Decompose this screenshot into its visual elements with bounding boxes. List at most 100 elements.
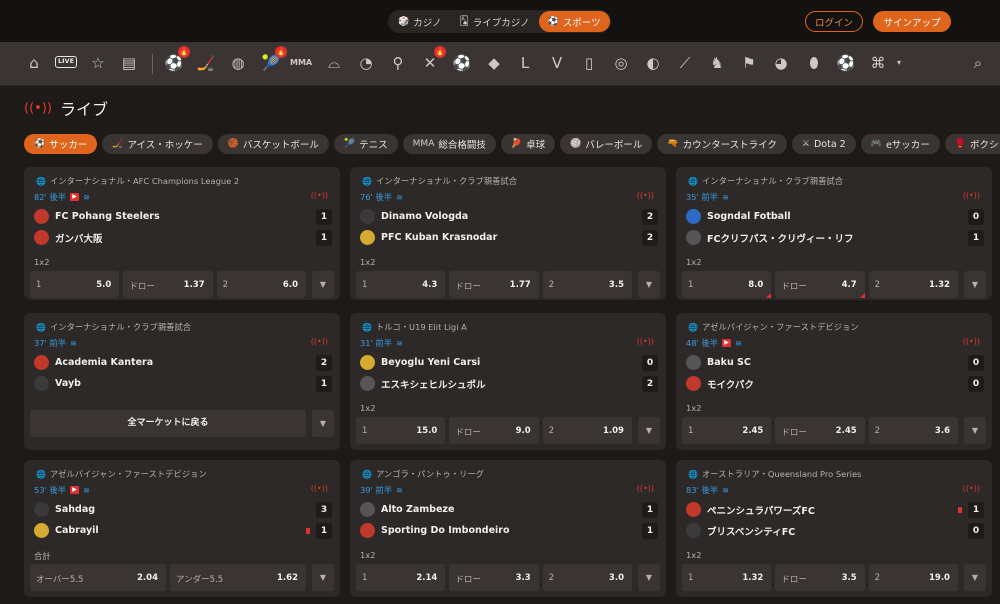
odds-button[interactable]: ドロー 3.5 bbox=[775, 564, 865, 591]
chevron-down-icon[interactable]: ▼ bbox=[312, 271, 334, 298]
chevron-down-icon[interactable]: ▼ bbox=[312, 410, 334, 437]
table-tennis-icon[interactable]: ⌓ bbox=[323, 52, 345, 74]
odds-button[interactable]: ドロー 1.37 bbox=[123, 271, 213, 298]
back-to-markets-button[interactable]: 全マーケットに戻る bbox=[30, 410, 306, 437]
odds-button[interactable]: 1 2.45 bbox=[682, 417, 772, 444]
boxing-icon[interactable]: ◆ bbox=[483, 52, 505, 74]
handball-icon[interactable]: ◕ bbox=[770, 52, 792, 74]
hockey-icon[interactable]: 🏒 bbox=[195, 52, 217, 74]
virtual-icon[interactable]: ⚽ bbox=[835, 52, 857, 74]
chip-10[interactable]: 🎮 eサッカー bbox=[860, 134, 940, 154]
chip-1[interactable]: ⚽ サッカー bbox=[24, 134, 98, 154]
chess-icon[interactable]: ♞ bbox=[706, 52, 728, 74]
odds-button[interactable]: 1 5.0 bbox=[30, 271, 120, 298]
away-team[interactable]: Vayb bbox=[34, 376, 81, 391]
away-team[interactable]: モイクパク bbox=[686, 376, 754, 391]
live-icon[interactable]: LIVE bbox=[55, 56, 77, 68]
chip-6[interactable]: 🏓 卓球 bbox=[500, 134, 556, 154]
chevron-down-icon[interactable]: ▼ bbox=[964, 271, 986, 298]
odds-button[interactable]: 1 2.14 bbox=[356, 564, 446, 591]
chip-9[interactable]: ⚔ Dota 2 bbox=[791, 134, 856, 154]
odds-label: 1 bbox=[688, 426, 694, 436]
chip-3[interactable]: 🏀 バスケットボール bbox=[217, 134, 329, 154]
odds-button[interactable]: オーバー5.5 2.04 bbox=[30, 564, 166, 591]
home-team[interactable]: Academia Kantera bbox=[34, 355, 153, 370]
odds-button[interactable]: 2 3.0 bbox=[542, 564, 632, 591]
baseball-bat-icon[interactable]: ⟋ bbox=[674, 52, 696, 74]
odds-button[interactable]: 2 6.0 bbox=[216, 271, 306, 298]
chevron-down-icon[interactable]: ▼ bbox=[638, 271, 660, 298]
chevron-down-icon[interactable]: ▼ bbox=[964, 564, 986, 591]
odds-button[interactable]: ドロー 2.45 bbox=[775, 417, 865, 444]
odds-button[interactable]: 1 1.32 bbox=[682, 564, 772, 591]
away-team[interactable]: ブリスベンシティFC bbox=[686, 523, 795, 538]
efootball-icon[interactable]: ◎ bbox=[610, 52, 632, 74]
counter-strike-icon[interactable]: ⚲ bbox=[387, 52, 409, 74]
home-team[interactable]: ペニンシュラパワーズFC bbox=[686, 502, 815, 517]
home-team[interactable]: Beyoglu Yeni Carsi bbox=[360, 355, 480, 370]
betslip-icon[interactable]: ▤ bbox=[118, 52, 140, 74]
badminton-icon[interactable]: ◐ bbox=[642, 52, 664, 74]
valorant-icon[interactable]: V bbox=[546, 52, 568, 74]
odds-button[interactable]: 1 8.0 bbox=[682, 271, 772, 298]
rugby-icon[interactable]: ⬮ bbox=[803, 52, 825, 74]
basketball-icon[interactable]: ◍ bbox=[227, 52, 249, 74]
away-team[interactable]: Cabrayil bbox=[34, 523, 99, 538]
chevron-down-icon[interactable]: ▼ bbox=[638, 564, 660, 591]
odds-button[interactable]: ドロー 4.7 bbox=[775, 271, 865, 298]
home-score: 1 bbox=[642, 502, 658, 518]
home-team[interactable]: Sahdag bbox=[34, 502, 95, 517]
home-team[interactable]: Alto Zambeze bbox=[360, 502, 454, 517]
signup-button[interactable]: サインアップ bbox=[873, 11, 951, 32]
home-team[interactable]: Dinamo Vologda bbox=[360, 209, 468, 224]
home-team[interactable]: Sogndal Fotball bbox=[686, 209, 791, 224]
chip-7[interactable]: 🏐 バレーボール bbox=[560, 134, 653, 154]
home-team[interactable]: Baku SC bbox=[686, 355, 751, 370]
odds-button[interactable]: アンダー5.5 1.62 bbox=[170, 564, 306, 591]
star-icon[interactable]: ☆ bbox=[87, 52, 109, 74]
away-team[interactable]: FCクリフパス・クリヴィー・リフ bbox=[686, 230, 853, 245]
odds-button[interactable]: 1 15.0 bbox=[356, 417, 446, 444]
volleyball-icon[interactable]: ◔ bbox=[355, 52, 377, 74]
away-team[interactable]: エスキシェヒルシュポル bbox=[360, 376, 486, 391]
chip-8[interactable]: 🔫 カウンターストライク bbox=[657, 134, 787, 154]
odds-button[interactable]: 2 1.09 bbox=[542, 417, 632, 444]
chevron-down-icon[interactable]: ▼ bbox=[312, 564, 334, 591]
odds-button[interactable]: 2 3.5 bbox=[542, 271, 632, 298]
chevron-down-icon[interactable]: ▼ bbox=[638, 417, 660, 444]
more-sports-icon[interactable]: ⌘ bbox=[867, 52, 889, 74]
odds-button[interactable]: ドロー 9.0 bbox=[449, 417, 539, 444]
dota2-icon[interactable]: ✕ 🔥 bbox=[419, 46, 446, 74]
away-team[interactable]: Sporting Do Imbondeiro bbox=[360, 523, 509, 538]
home-icon[interactable]: ⌂ bbox=[23, 52, 45, 74]
odds-button[interactable]: 2 3.6 bbox=[868, 417, 958, 444]
esoccer-icon[interactable]: ⚽ bbox=[451, 52, 473, 74]
chip-11[interactable]: 🥊ボクシング bbox=[944, 134, 1000, 154]
odds-button[interactable]: ドロー 3.3 bbox=[449, 564, 539, 591]
chevron-down-icon[interactable]: ▼ bbox=[964, 417, 986, 444]
match-time-text: 82' 後半 bbox=[34, 192, 67, 202]
odds-button[interactable]: ドロー 1.77 bbox=[449, 271, 539, 298]
mma-icon[interactable]: MMA bbox=[290, 52, 312, 74]
tab-live-casino[interactable]: 🂡 ライブカジノ bbox=[451, 11, 539, 32]
home-team[interactable]: FC Pohang Steelers bbox=[34, 209, 160, 224]
away-team[interactable]: ガンバ大阪 bbox=[34, 230, 103, 245]
odds-button[interactable]: 2 19.0 bbox=[868, 564, 958, 591]
motorsport-icon[interactable]: ⚑ bbox=[738, 52, 760, 74]
lol-icon[interactable]: L bbox=[514, 52, 536, 74]
tab-casino[interactable]: 🎲 カジノ bbox=[389, 11, 451, 32]
tab-sports[interactable]: ⚽ スポーツ bbox=[538, 11, 610, 32]
chip-5[interactable]: MMA 総合格闘技 bbox=[402, 134, 496, 154]
chip-2[interactable]: 🏒 アイス・ホッケー bbox=[102, 134, 213, 154]
chip-4[interactable]: 🎾 テニス bbox=[333, 134, 398, 154]
odds-button[interactable]: 2 1.32 bbox=[868, 271, 958, 298]
stats-icon: ≋ bbox=[735, 338, 742, 348]
soccer-icon[interactable]: ⚽ 🔥 bbox=[163, 46, 190, 74]
chevron-down-icon[interactable]: ▾ bbox=[888, 52, 910, 74]
odds-button[interactable]: 1 4.3 bbox=[356, 271, 446, 298]
login-button[interactable]: ログイン bbox=[805, 11, 863, 32]
search-icon[interactable]: ⌕ bbox=[967, 52, 989, 74]
tennis-icon[interactable]: 🎾 🔥 bbox=[260, 46, 287, 74]
away-team[interactable]: PFC Kuban Krasnodar bbox=[360, 230, 497, 245]
rainbow-six-icon[interactable]: ▯ bbox=[578, 52, 600, 74]
